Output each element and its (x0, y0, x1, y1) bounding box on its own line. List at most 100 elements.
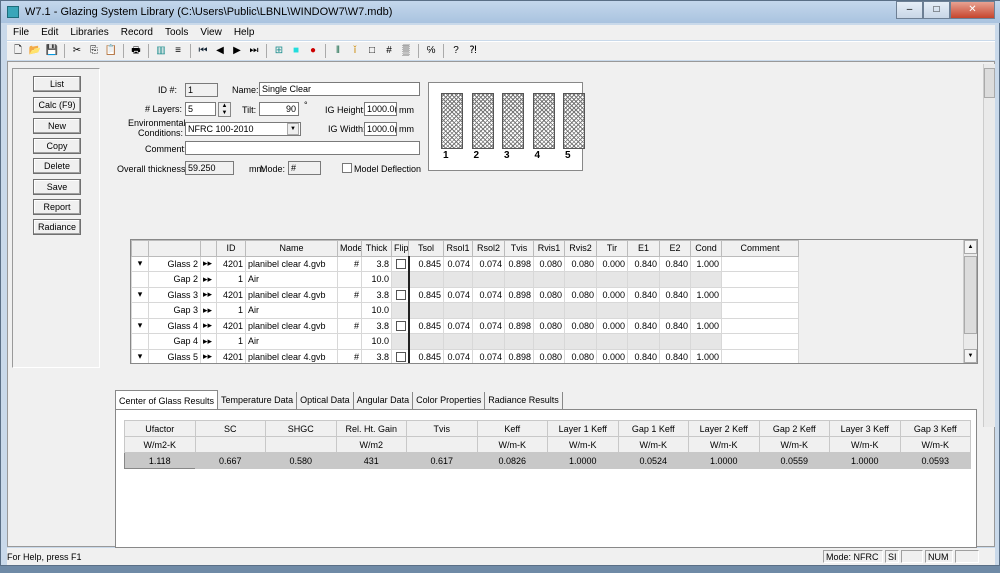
save-button[interactable]: Save (33, 179, 81, 195)
scroll-down-button[interactable]: ▼ (964, 349, 977, 363)
layer-comment[interactable] (721, 333, 799, 350)
menu-tools[interactable]: Tools (159, 25, 194, 40)
layer-name[interactable]: Air (245, 271, 338, 288)
grid-icon[interactable]: ⊞ (272, 44, 286, 58)
row-dropdown-button[interactable]: ▾ (131, 255, 149, 272)
main-scrollbar[interactable] (983, 64, 995, 427)
layer-id[interactable]: 4201 (216, 317, 246, 334)
detail-view-icon[interactable]: ≡ (171, 44, 185, 58)
open-icon[interactable]: 📂 (28, 44, 42, 58)
context-help-icon[interactable]: ⁈ (466, 44, 480, 58)
first-record-icon[interactable]: ⏮ (196, 44, 210, 58)
close-button[interactable]: ✕ (950, 1, 995, 19)
column-header-name[interactable]: Name (245, 240, 338, 257)
comment-input[interactable] (185, 141, 420, 155)
glass-layer-row[interactable]: ▾ Glass 4 ▸▸ 4201 planibel clear 4.gvb #3.8 0.… (131, 317, 799, 334)
layer-comment[interactable] (721, 317, 799, 334)
column-header-tsol[interactable]: Tsol (408, 240, 444, 257)
layer-name[interactable]: planibel clear 4.gvb (245, 348, 338, 363)
glass-layer-row[interactable]: ▾ Glass 5 ▸▸ 4201 planibel clear 4.gvb #3.8 0.… (131, 348, 799, 363)
tilt-input[interactable]: 90 (259, 102, 299, 116)
minimize-button[interactable]: – (896, 1, 923, 19)
layer-comment[interactable] (721, 348, 799, 363)
last-record-icon[interactable]: ⏭ (247, 44, 261, 58)
layer-detail-button[interactable]: ▸▸ (200, 286, 217, 303)
glass-layer-row[interactable]: ▾ Glass 2 ▸▸ 4201 planibel clear 4.gvb #3.8 0.… (131, 255, 799, 272)
previous-record-icon[interactable]: ◀ (213, 44, 227, 58)
column-header-cond[interactable]: Cond (690, 240, 722, 257)
layer-comment[interactable] (721, 286, 799, 303)
copy-button[interactable]: Copy (33, 138, 81, 154)
glass-layer-row[interactable]: ▾ Glass 3 ▸▸ 4201 planibel clear 4.gvb #3.8 0.… (131, 286, 799, 303)
column-header-mode[interactable]: Mode (337, 240, 362, 257)
layer-detail-button[interactable]: ▸▸ (200, 255, 217, 272)
menu-view[interactable]: View (194, 25, 228, 40)
menu-edit[interactable]: Edit (35, 25, 64, 40)
cyan-square-icon[interactable]: ■ (289, 44, 303, 58)
save-icon[interactable]: 💾 (45, 44, 59, 58)
layer-name[interactable]: Air (245, 302, 338, 319)
layers-input[interactable]: 5 (185, 102, 216, 116)
env-conditions-select[interactable]: NFRC 100-2010 ▼ (185, 122, 301, 136)
model-deflection-checkbox[interactable] (342, 163, 352, 173)
column-header-tir[interactable]: Tir (596, 240, 628, 257)
layer-comment[interactable] (721, 255, 799, 272)
column-header-rvis2[interactable]: Rvis2 (564, 240, 597, 257)
ig-height-input[interactable]: 1000.0( (364, 102, 397, 116)
flip-checkbox[interactable] (395, 352, 406, 363)
menu-record[interactable]: Record (115, 25, 159, 40)
column-header-flip[interactable]: Flip (391, 240, 409, 257)
layer-thickness[interactable]: 3.8 (361, 317, 392, 334)
layer-detail-button[interactable]: ▸▸ (200, 333, 217, 350)
list-view-icon[interactable]: ▥ (154, 44, 168, 58)
layer-thickness[interactable]: 3.8 (361, 286, 392, 303)
layer-detail-button[interactable]: ▸▸ (200, 271, 217, 288)
tab-radiance-results[interactable]: Radiance Results (485, 392, 563, 409)
menu-libraries[interactable]: Libraries (64, 25, 114, 40)
flip-checkbox[interactable] (395, 290, 406, 301)
column-header-rvis1[interactable]: Rvis1 (533, 240, 565, 257)
layer-comment[interactable] (721, 271, 799, 288)
tab-optical-data[interactable]: Optical Data (297, 392, 354, 409)
layer-id[interactable]: 1 (216, 271, 246, 288)
layer-thickness[interactable]: 10.0 (361, 333, 392, 350)
flip-checkbox[interactable] (395, 259, 406, 270)
layer-detail-button[interactable]: ▸▸ (200, 302, 217, 319)
paste-icon[interactable]: 📋 (104, 44, 118, 58)
menu-help[interactable]: Help (228, 25, 261, 40)
frame-icon[interactable]: □ (365, 44, 379, 58)
layer-id[interactable]: 4201 (216, 348, 246, 363)
layer-thickness[interactable]: 10.0 (361, 302, 392, 319)
row-dropdown-button[interactable]: ▾ (131, 286, 149, 303)
layer-name[interactable]: planibel clear 4.gvb (245, 286, 338, 303)
light-icon[interactable]: ǐ (348, 44, 362, 58)
scroll-up-button[interactable]: ▲ (964, 240, 977, 254)
units-icon[interactable]: ℅ (424, 44, 438, 58)
layer-id[interactable]: 1 (216, 333, 246, 350)
chevron-down-icon[interactable]: ▼ (287, 123, 299, 135)
column-header-e1[interactable]: E1 (627, 240, 660, 257)
layer-thickness[interactable]: 3.8 (361, 348, 392, 363)
gap-row[interactable]: Gap 2 ▸▸ 1 Air 10.0 (131, 271, 799, 288)
help-icon[interactable]: ? (449, 44, 463, 58)
tab-center-of-glass-results[interactable]: Center of Glass Results (115, 390, 219, 409)
copy-icon[interactable]: ⎘ (87, 44, 101, 58)
layer-id[interactable]: 4201 (216, 286, 246, 303)
cut-icon[interactable]: ✂ (70, 44, 84, 58)
row-dropdown-button[interactable]: ▾ (131, 348, 149, 363)
ig-width-input[interactable]: 1000.0( (364, 122, 397, 136)
radiance-button[interactable]: Radiance (33, 219, 81, 235)
column-header-e2[interactable]: E2 (659, 240, 691, 257)
next-record-icon[interactable]: ▶ (230, 44, 244, 58)
tab-color-properties[interactable]: Color Properties (413, 392, 486, 409)
column-header-tvis[interactable]: Tvis (504, 240, 534, 257)
layer-comment[interactable] (721, 302, 799, 319)
new-icon[interactable]: 🗋 (11, 44, 25, 58)
gap-row[interactable]: Gap 4 ▸▸ 1 Air 10.0 (131, 333, 799, 350)
maximize-button[interactable]: □ (923, 1, 950, 19)
layers-icon[interactable]: ‖ (331, 44, 345, 58)
layer-detail-button[interactable]: ▸▸ (200, 348, 217, 363)
layer-name[interactable]: planibel clear 4.gvb (245, 255, 338, 272)
scroll-thumb[interactable] (984, 68, 995, 98)
gap-row[interactable]: Gap 3 ▸▸ 1 Air 10.0 (131, 302, 799, 319)
